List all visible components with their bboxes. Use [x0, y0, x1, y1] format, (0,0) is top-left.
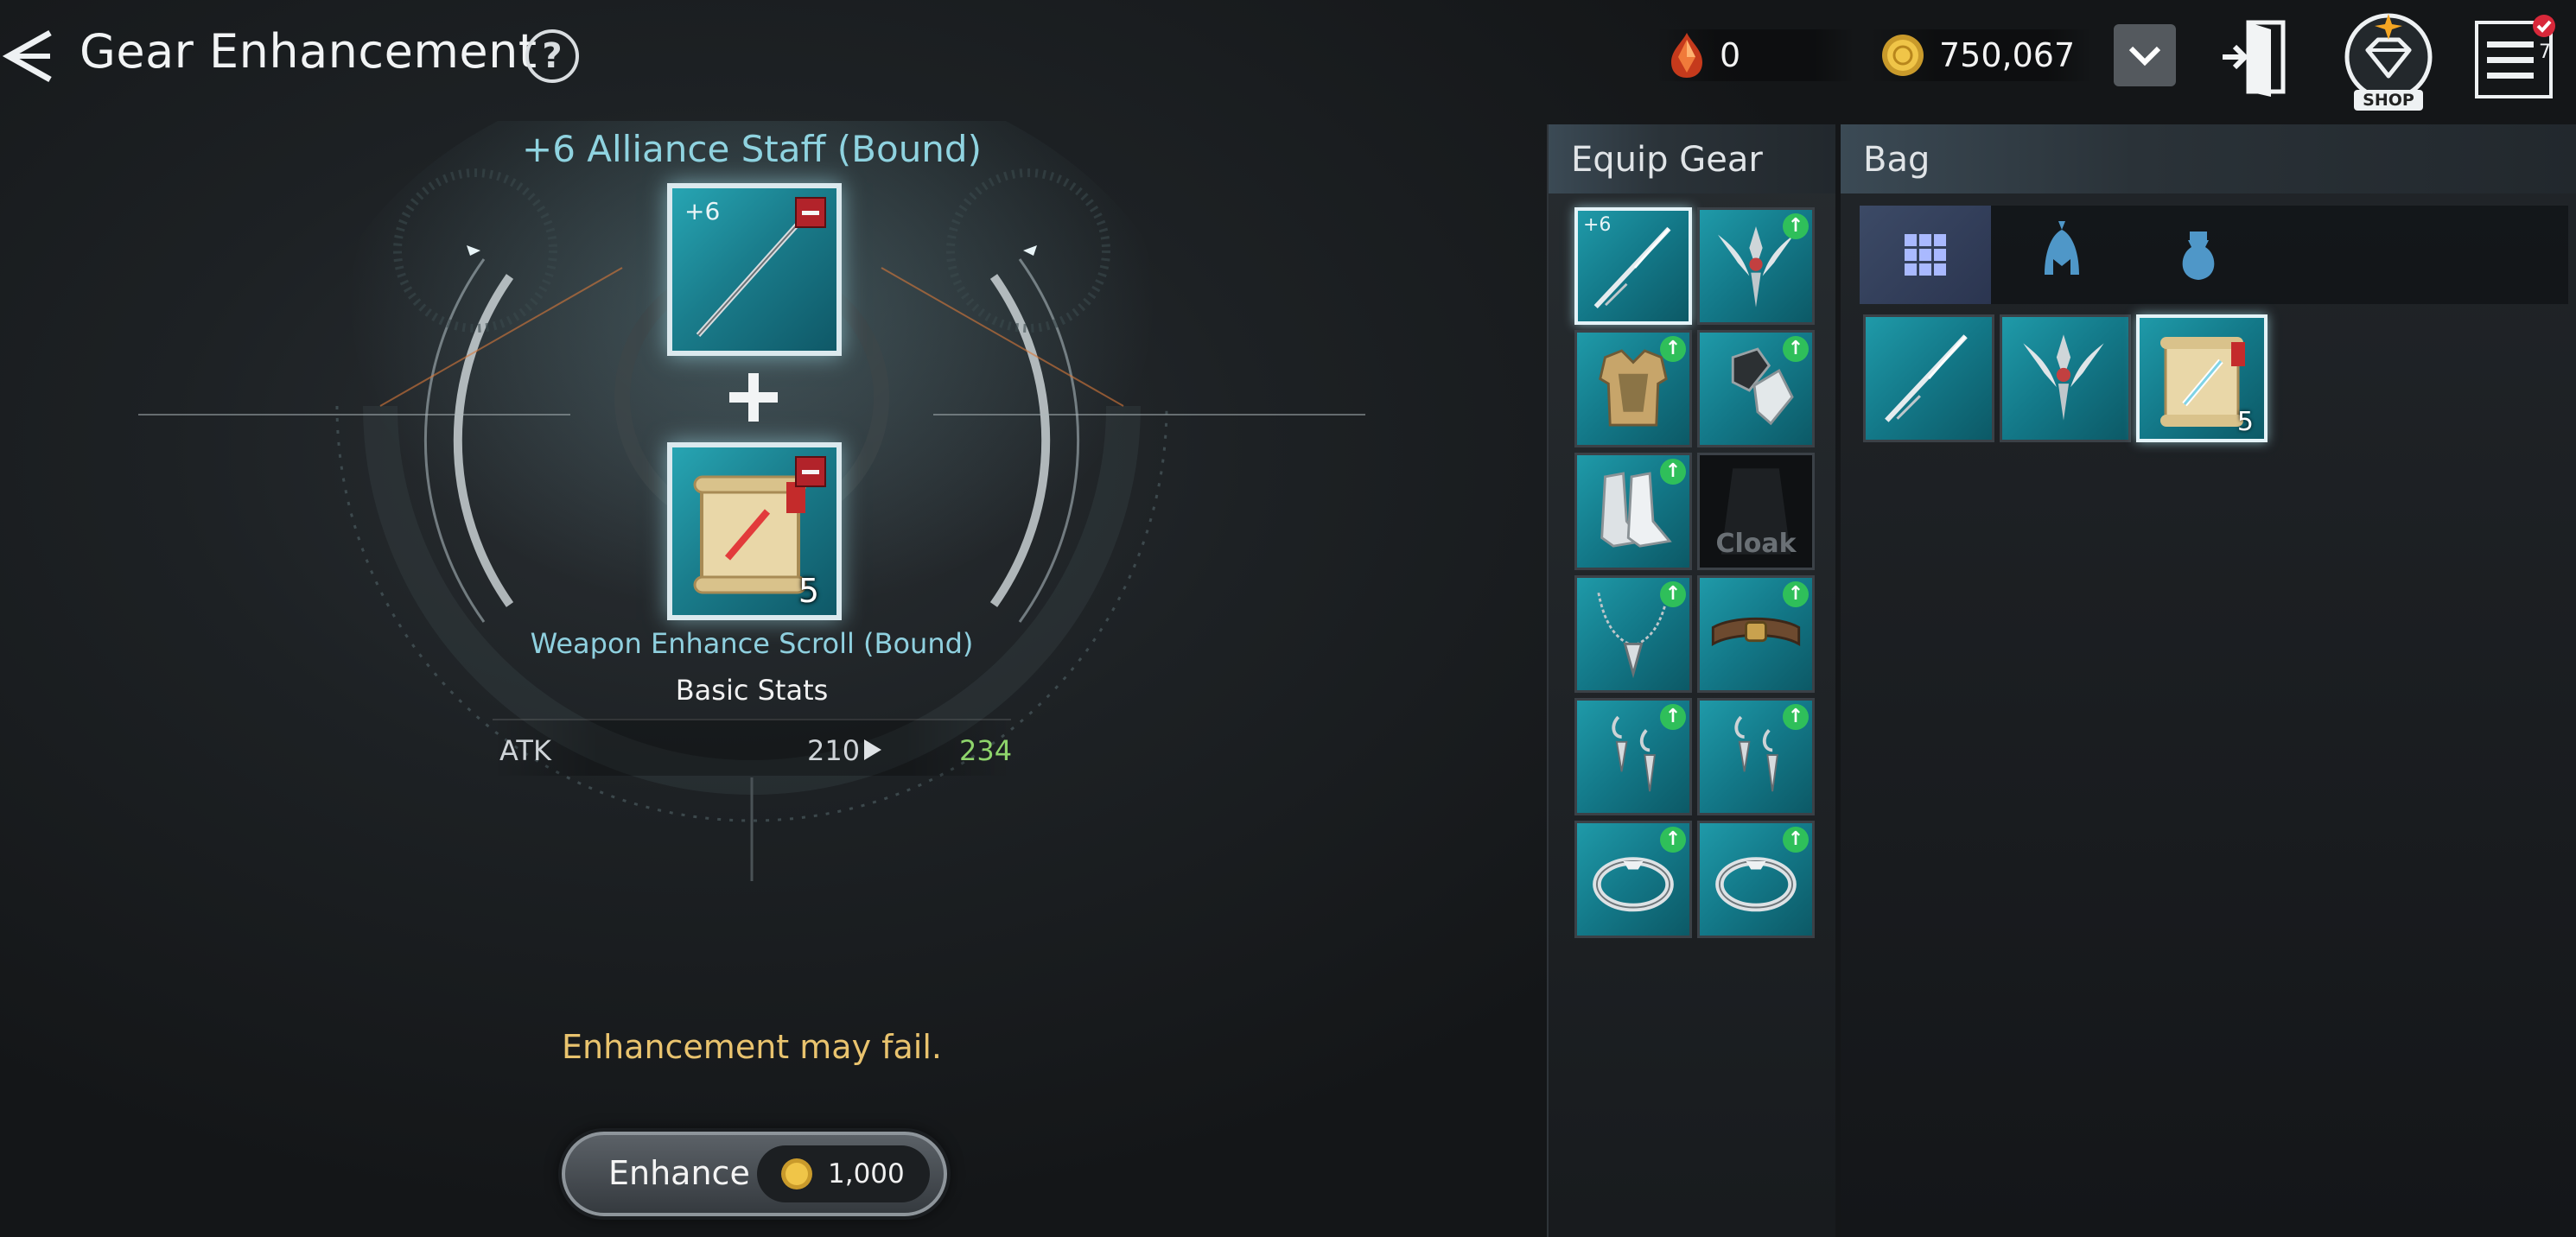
equip-slot-staff[interactable]: +6 [1574, 207, 1692, 325]
equip-gear-panel: Equip Gear +6 ↑ ↑ ↑ ↑ Cloak ↑ ↑ ↑ ↑ ↑ ↑ [1547, 124, 1835, 1237]
equip-slot-necklace[interactable]: ↑ [1574, 575, 1692, 693]
stat-next-value: 234 [959, 734, 1013, 767]
upgrade-arrow-icon: ↑ [1783, 336, 1809, 362]
bag-tab-bar [1860, 206, 2568, 304]
stat-name: ATK [499, 734, 551, 767]
shoulder-emblem-icon [2023, 334, 2104, 421]
upgrade-arrow-icon: ↑ [1660, 581, 1686, 607]
enhance-item-title: +6 Alliance Staff (Bound) [522, 128, 982, 170]
equip-gear-header: Equip Gear [1549, 124, 1835, 193]
target-item-slot[interactable]: +6 [667, 183, 842, 356]
enhance-cost: 1,000 [828, 1158, 905, 1189]
bag-item-count: 5 [2236, 407, 2254, 437]
page-title: Gear Enhancement [80, 24, 537, 79]
arrow-right-icon [864, 739, 881, 760]
gold-amount: 750,067 [1939, 36, 2076, 74]
staff-icon [1885, 334, 1968, 422]
upgrade-arrow-icon: ↑ [1660, 827, 1686, 853]
equip-slot-gloves[interactable]: ↑ [1697, 330, 1815, 447]
enhance-button[interactable]: Enhance 1,000 [562, 1132, 947, 1216]
menu-notification-count: 7 [2539, 41, 2551, 63]
equip-slot-label: Cloak [1715, 529, 1797, 559]
back-arrow-icon [2, 29, 52, 83]
helmet-icon [2045, 221, 2079, 275]
upgrade-arrow-icon: ↑ [1783, 827, 1809, 853]
scroll-count: 5 [798, 572, 819, 610]
gold-coin-icon [781, 1158, 812, 1189]
currency-dropdown-button[interactable] [2114, 24, 2176, 86]
enhance-button-label: Enhance [608, 1154, 750, 1192]
equip-slot-earring-left[interactable]: ↑ [1574, 698, 1692, 815]
back-button[interactable] [0, 26, 60, 86]
plus-icon [729, 373, 778, 422]
remove-target-button[interactable] [795, 197, 826, 228]
bag-item-weapon-enhance-scroll[interactable]: 5 [2136, 314, 2268, 442]
target-item-level: +6 [684, 197, 721, 225]
bag-item-staff[interactable] [1863, 314, 1994, 442]
tab-materials[interactable] [2133, 206, 2264, 304]
help-button[interactable]: ? [525, 29, 579, 83]
main-menu-button[interactable]: 7 [2471, 14, 2558, 100]
equip-slot-belt[interactable]: ↑ [1697, 575, 1815, 693]
equip-slot-earring-right[interactable]: ↑ [1697, 698, 1815, 815]
bag-title: Bag [1863, 140, 1930, 180]
gem-amount: 0 [1720, 36, 1741, 74]
gold-coin-icon [1882, 35, 1924, 76]
red-gem-icon [1671, 33, 1702, 78]
scroll-material-slot[interactable]: 5 [667, 442, 842, 620]
equip-slot-boots[interactable]: ↑ [1574, 453, 1692, 570]
tab-all-items[interactable] [1860, 206, 1991, 304]
pouch-icon [2182, 232, 2215, 280]
gold-currency: 750,067 [1868, 29, 2093, 81]
stat-row-atk: ATK 210 234 [493, 719, 1013, 776]
upgrade-arrow-icon: ↑ [1783, 581, 1809, 607]
exit-button[interactable] [2219, 17, 2292, 97]
shop-label: SHOP [2363, 91, 2414, 110]
tab-equipment[interactable] [1996, 206, 2128, 304]
top-bar: Gear Enhancement ? 0 750,067 SHOP 7 [0, 0, 2576, 112]
scroll-name: Weapon Enhance Scroll (Bound) [530, 627, 974, 660]
enhancement-warning: Enhancement may fail. [561, 1028, 942, 1066]
grid-icon [1905, 234, 1946, 276]
upgrade-arrow-icon: ↑ [1783, 213, 1809, 239]
stat-current-value: 210 [807, 734, 861, 767]
bag-header: Bag [1841, 124, 2576, 193]
shop-button[interactable]: SHOP [2335, 10, 2442, 112]
bag-item-shoulder-emblem[interactable] [2000, 314, 2131, 442]
upgrade-arrow-icon: ↑ [1660, 336, 1686, 362]
equip-slot-ring-right[interactable]: ↑ [1697, 821, 1815, 938]
upgrade-arrow-icon: ↑ [1660, 704, 1686, 730]
equip-gear-title: Equip Gear [1571, 140, 1763, 180]
equip-slot-cloak[interactable]: Cloak [1697, 453, 1815, 570]
gem-currency: 0 [1656, 29, 1854, 81]
exit-door-icon [2223, 20, 2286, 97]
basic-stats-label: Basic Stats [675, 674, 829, 707]
enhance-cost-pill: 1,000 [757, 1145, 930, 1202]
upgrade-arrow-icon: ↑ [1783, 704, 1809, 730]
upgrade-arrow-icon: ↑ [1660, 459, 1686, 485]
chevron-down-icon [2128, 46, 2161, 67]
equip-slot-chest-armor[interactable]: ↑ [1574, 330, 1692, 447]
remove-scroll-button[interactable] [795, 456, 826, 487]
equip-slot-ring-left[interactable]: ↑ [1574, 821, 1692, 938]
equip-slot-shoulder-emblem[interactable]: ↑ [1697, 207, 1815, 325]
equip-slot-level: +6 [1583, 214, 1612, 236]
